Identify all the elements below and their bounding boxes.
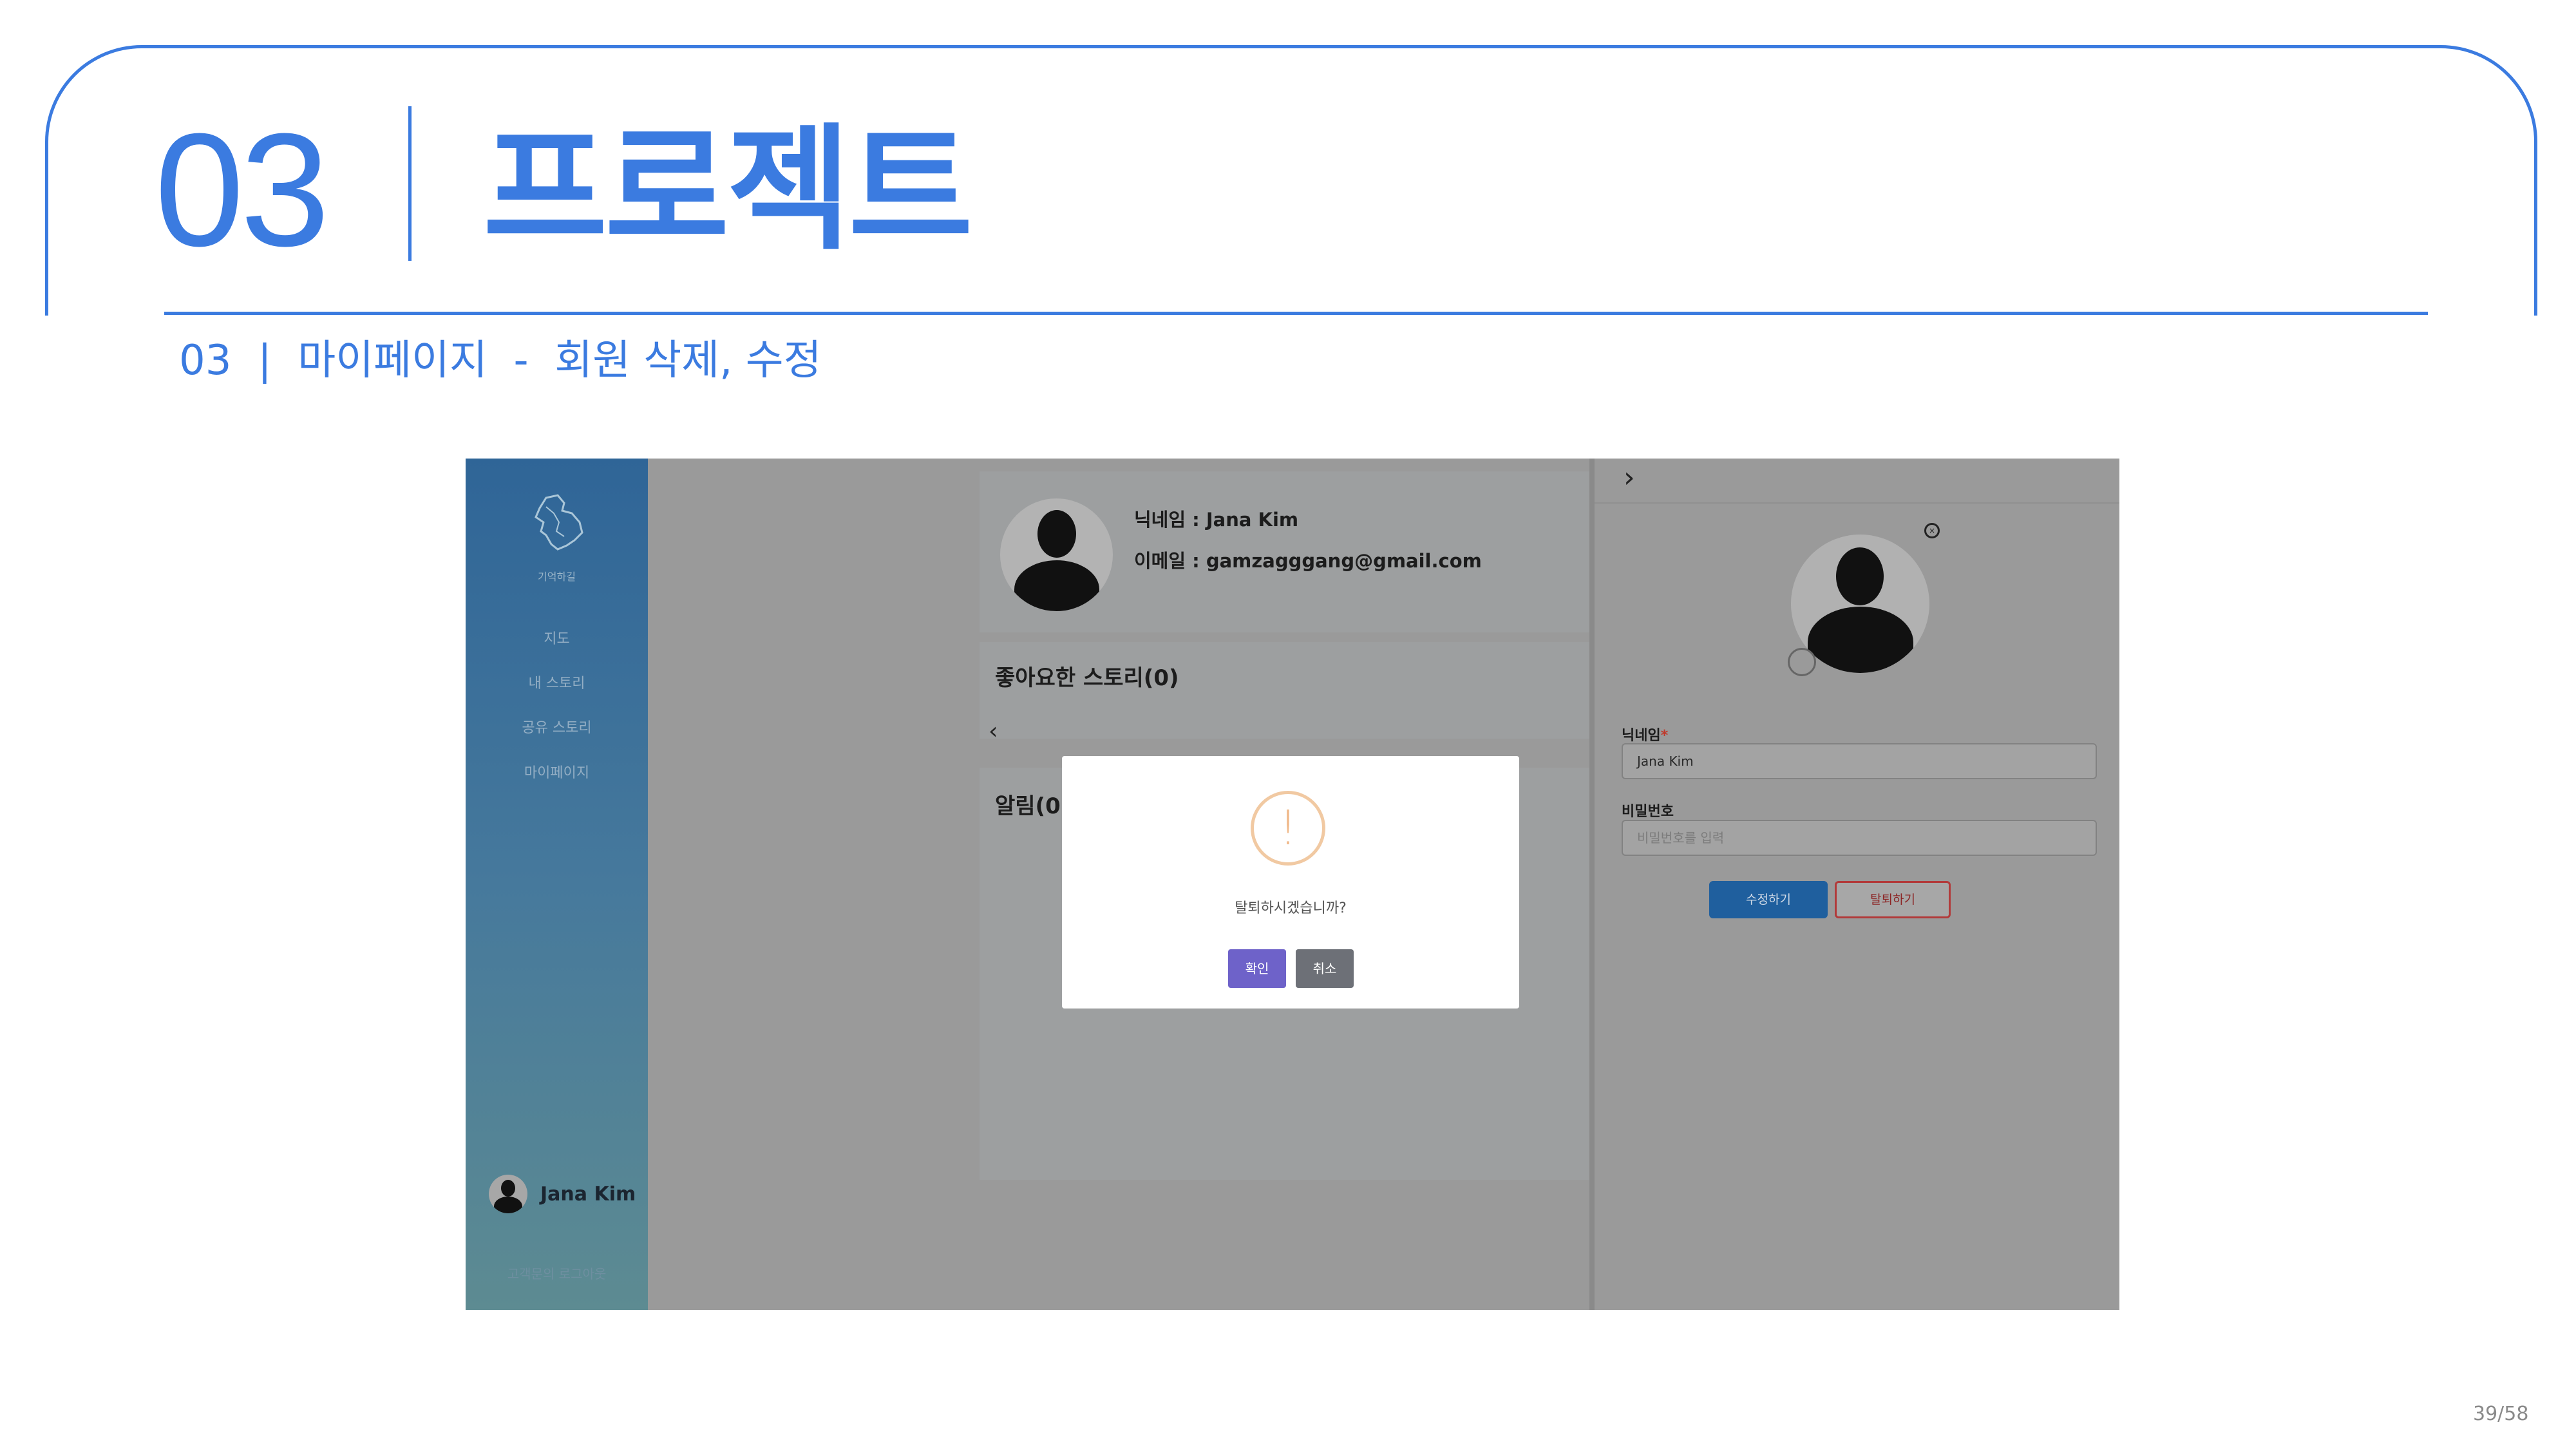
password-label: 비밀번호 — [1622, 804, 1674, 820]
header-frame — [45, 45, 2537, 316]
sidebar-item-map[interactable]: 지도 — [466, 627, 648, 648]
sidebar-item-mypage[interactable]: 마이페이지 — [466, 761, 648, 782]
image-upload-icon[interactable] — [1788, 648, 1816, 676]
logo-text: 기억하길 — [538, 571, 576, 583]
app-screenshot: 기억하길 지도 내 스토리 공유 스토리 마이페이지 Jana Kim 고객문의… — [466, 459, 2119, 1310]
sidebar: 기억하길 지도 내 스토리 공유 스토리 마이페이지 Jana Kim 고객문의… — [466, 459, 648, 1310]
sidebar-item-my-story[interactable]: 내 스토리 — [466, 672, 648, 692]
header-rule — [164, 312, 2428, 315]
sidebar-user-name: Jana Kim — [540, 1182, 636, 1206]
cancel-button[interactable]: 취소 — [1296, 949, 1354, 988]
edit-button[interactable]: 수정하기 — [1709, 881, 1828, 918]
liked-stories-card: 좋아요한 스토리(0) ‹ — [980, 642, 1591, 744]
sidebar-user[interactable]: Jana Kim — [489, 1173, 636, 1215]
confirm-modal: ! 탈퇴하시겠습니까? 확인 취소 — [1062, 756, 1519, 1009]
email-info: 이메일 : gamzagggang@gmail.com — [1134, 550, 1482, 572]
required-mark: * — [1660, 728, 1669, 744]
remove-avatar-icon[interactable]: × — [1924, 523, 1940, 538]
profile-card: 닉네임 : Jana Kim 이메일 : gamzagggang@gmail.c… — [980, 471, 1591, 632]
nickname-info: 닉네임 : Jana Kim — [1134, 509, 1299, 531]
alerts-title: 알림(0) — [995, 793, 1071, 819]
chevron-right-icon[interactable]: › — [1624, 461, 1635, 494]
liked-stories-title: 좋아요한 스토리(0) — [995, 665, 1179, 691]
slide-subtitle: 03 | 마이페이지 - 회원 삭제, 수정 — [179, 337, 822, 384]
profile-avatar — [1000, 498, 1113, 611]
section-title: 프로젝트 — [483, 111, 973, 269]
page-number: 39/58 — [2473, 1403, 2529, 1425]
warning-icon: ! — [1251, 791, 1325, 866]
sidebar-item-shared-story[interactable]: 공유 스토리 — [466, 716, 648, 737]
panel-divider — [1595, 502, 2119, 504]
sidebar-footer[interactable]: 고객문의 로그아웃 — [466, 1264, 648, 1282]
edit-panel: › × 닉네임* Jana Kim 비밀번호 비밀번호를 입력 수정하기 탈퇴하… — [1589, 459, 2119, 1310]
confirm-button[interactable]: 확인 — [1228, 949, 1286, 988]
modal-message: 탈퇴하시겠습니까? — [1235, 900, 1347, 916]
avatar — [489, 1175, 527, 1213]
chevron-left-icon[interactable]: ‹ — [989, 718, 998, 744]
password-field[interactable]: 비밀번호를 입력 — [1622, 820, 2097, 856]
nickname-label: 닉네임* — [1622, 728, 1669, 744]
section-number: 03 — [155, 100, 330, 279]
section-divider — [408, 106, 412, 261]
withdraw-button[interactable]: 탈퇴하기 — [1835, 881, 1951, 918]
korea-map-logo-icon[interactable] — [527, 494, 588, 552]
nickname-field[interactable]: Jana Kim — [1622, 743, 2097, 779]
